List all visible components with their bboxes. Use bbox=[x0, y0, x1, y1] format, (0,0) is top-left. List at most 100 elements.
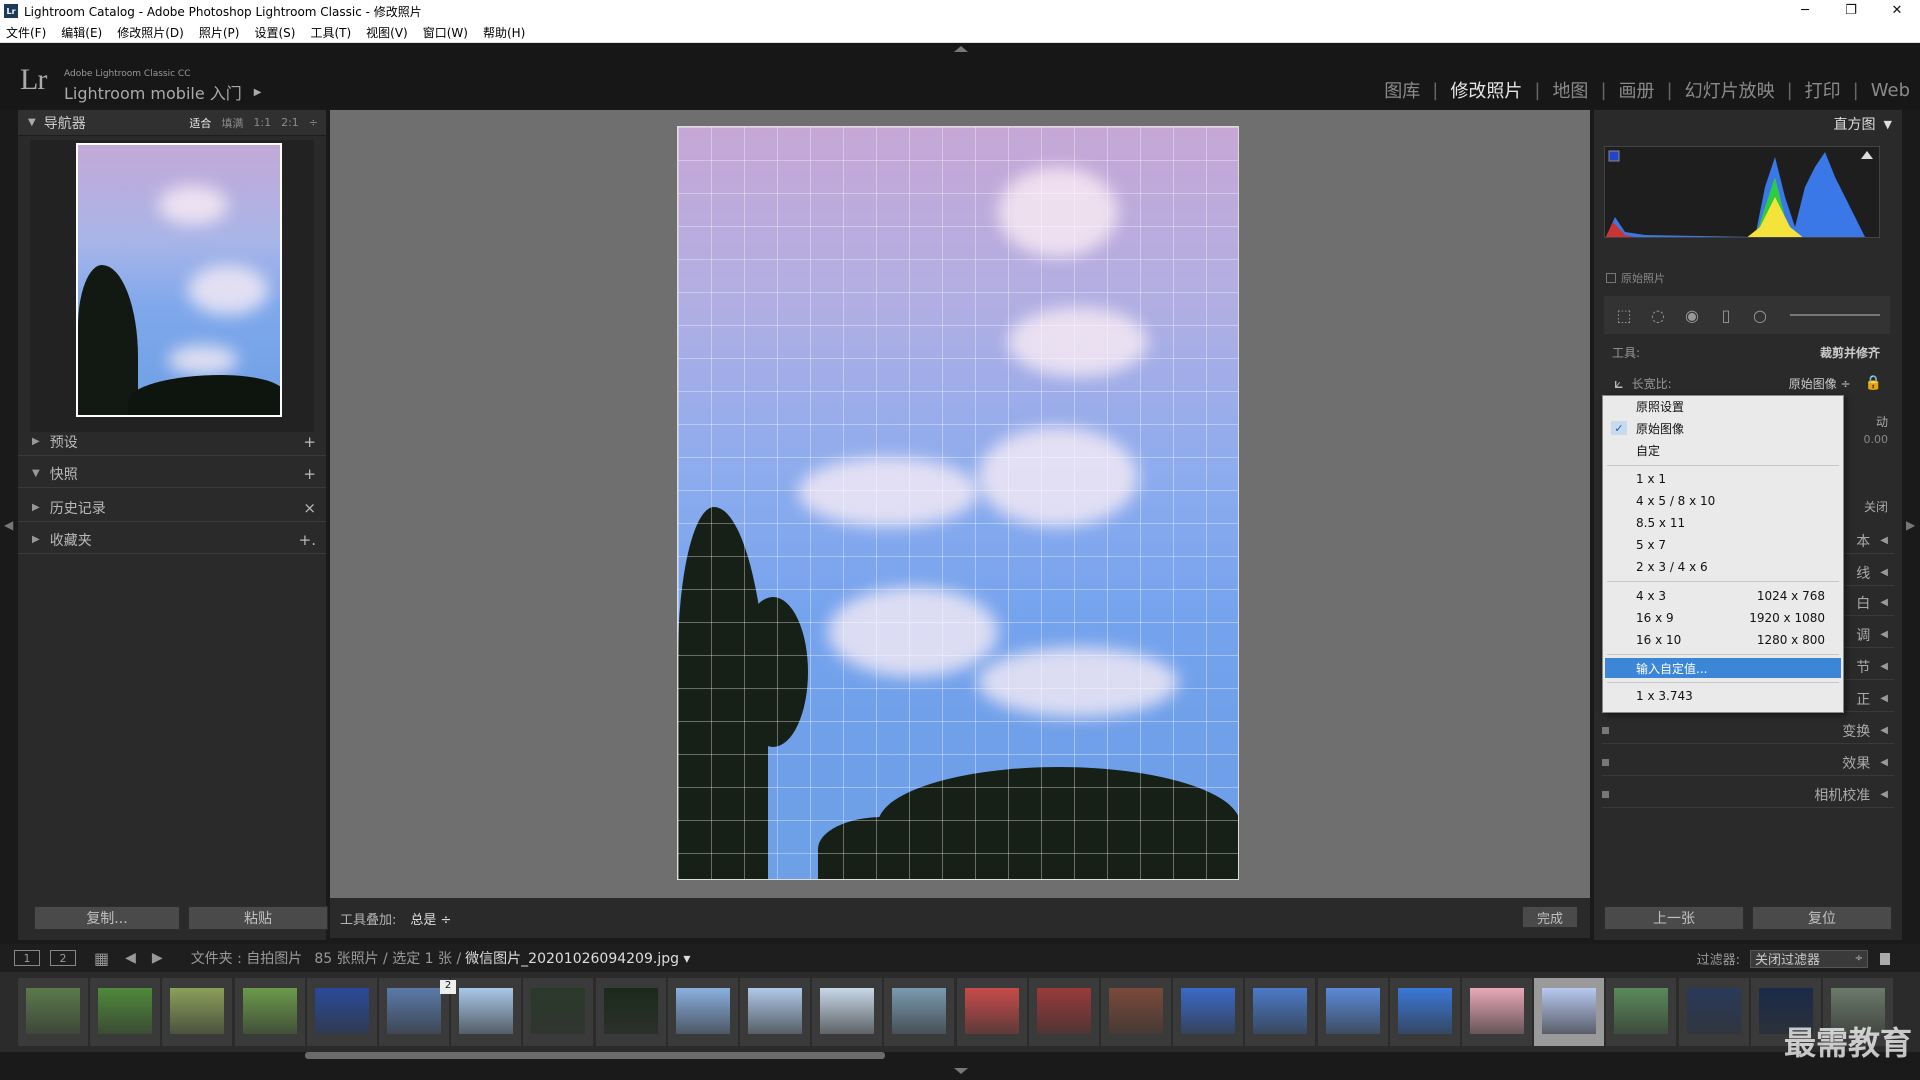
right-panel-toggle-icon[interactable]: ▶ bbox=[1906, 518, 1915, 532]
filmstrip-thumbnail[interactable] bbox=[162, 978, 233, 1046]
filmstrip-thumbnail[interactable] bbox=[234, 978, 305, 1046]
filmstrip-thumbnail[interactable] bbox=[1389, 978, 1460, 1046]
spot-removal-icon[interactable]: ◌ bbox=[1648, 305, 1668, 325]
history-section[interactable]: ▶ 历史记录 × bbox=[18, 494, 326, 522]
tool-overlay-select[interactable]: 总是 ÷ bbox=[410, 909, 451, 928]
histogram-header[interactable]: 直方图 ▼ bbox=[1594, 110, 1902, 138]
zoom-fit[interactable]: 适合 bbox=[189, 115, 211, 131]
filmstrip-thumbnail[interactable] bbox=[1101, 978, 1171, 1046]
graduated-filter-icon[interactable]: ▯ bbox=[1716, 305, 1736, 325]
zoom-fill[interactable]: 填满 bbox=[221, 115, 243, 131]
menu-photo[interactable]: 照片(P) bbox=[199, 24, 240, 41]
filmstrip-thumbnail[interactable] bbox=[1678, 978, 1749, 1046]
aspect-option-16x10[interactable]: 16 x 10 1280 x 800 bbox=[1603, 630, 1843, 650]
module-slideshow[interactable]: 幻灯片放映 bbox=[1685, 77, 1775, 103]
lock-icon[interactable]: 🔒 bbox=[1865, 375, 1882, 391]
presets-section[interactable]: ▶ 预设 + bbox=[18, 428, 326, 456]
red-eye-icon[interactable]: ◉ bbox=[1682, 305, 1702, 325]
paste-settings-button[interactable]: 粘贴 bbox=[188, 906, 328, 930]
aspect-option-4x3[interactable]: 4 x 3 1024 x 768 bbox=[1603, 586, 1843, 606]
aspect-option-1x1[interactable]: 1 x 1 bbox=[1603, 469, 1843, 489]
snapshots-section[interactable]: ▼ 快照 + bbox=[18, 460, 326, 488]
effects-section[interactable]: 效果 ◀ bbox=[1602, 750, 1894, 776]
forward-arrow-icon[interactable]: ▶ bbox=[152, 950, 163, 966]
menu-develop[interactable]: 修改照片(D) bbox=[117, 24, 184, 41]
module-library[interactable]: 图库 bbox=[1384, 77, 1420, 103]
filmstrip-thumbnail[interactable] bbox=[1534, 978, 1605, 1046]
aspect-option-16x9[interactable]: 16 x 9 1920 x 1080 bbox=[1603, 608, 1843, 628]
filmstrip-scrollbar[interactable] bbox=[305, 1052, 885, 1059]
switch-icon[interactable] bbox=[1602, 727, 1609, 734]
minimize-button[interactable]: ─ bbox=[1782, 0, 1828, 22]
aspect-option-5x7[interactable]: 5 x 7 bbox=[1603, 535, 1843, 555]
current-file-name[interactable]: 微信图片_20201026094209.jpg ▾ bbox=[465, 948, 690, 968]
filmstrip-thumbnail[interactable] bbox=[451, 978, 522, 1046]
module-map[interactable]: 地图 bbox=[1552, 77, 1588, 103]
aspect-select[interactable]: 原始图像 ÷ bbox=[1789, 375, 1851, 392]
aspect-option-custom[interactable]: 自定 bbox=[1603, 440, 1843, 460]
filmstrip-thumbnail[interactable] bbox=[1606, 978, 1677, 1046]
folder-path[interactable]: 文件夹 : 自拍图片 bbox=[191, 948, 303, 968]
secondary-window-button[interactable]: 2 bbox=[50, 950, 76, 966]
close-button[interactable]: ✕ bbox=[1874, 0, 1920, 22]
radial-filter-icon[interactable]: ○ bbox=[1750, 305, 1770, 325]
module-develop[interactable]: 修改照片 bbox=[1450, 77, 1522, 103]
aspect-option-as-shot[interactable]: 原照设置 bbox=[1603, 396, 1843, 416]
zoom-stepper-icon[interactable]: ÷ bbox=[309, 116, 318, 129]
module-print[interactable]: 打印 bbox=[1805, 77, 1841, 103]
menu-view[interactable]: 视图(V) bbox=[366, 24, 408, 41]
clear-history-icon[interactable]: × bbox=[303, 499, 316, 517]
transform-section[interactable]: 变换 ◀ bbox=[1602, 718, 1894, 744]
left-panel-toggle-icon[interactable]: ◀ bbox=[4, 518, 13, 532]
previous-button[interactable]: 上一张 bbox=[1604, 906, 1744, 930]
show-original-checkbox[interactable]: 原始照片 bbox=[1606, 270, 1665, 286]
aspect-option-4x5[interactable]: 4 x 5 / 8 x 10 bbox=[1603, 491, 1843, 511]
crop-overlay-icon[interactable]: ⬚ bbox=[1614, 305, 1634, 325]
filter-select[interactable]: 关闭过滤器 ÷ bbox=[1750, 949, 1868, 968]
switch-icon[interactable] bbox=[1602, 791, 1609, 798]
menu-file[interactable]: 文件(F) bbox=[6, 24, 46, 41]
back-arrow-icon[interactable]: ◀ bbox=[125, 950, 136, 966]
add-preset-icon[interactable]: + bbox=[303, 433, 316, 451]
filmstrip-thumbnail[interactable] bbox=[1317, 978, 1388, 1046]
aspect-option-recent[interactable]: 1 x 3.743 bbox=[1603, 686, 1843, 706]
bottom-panel-toggle-icon[interactable] bbox=[954, 1068, 968, 1074]
top-panel-toggle-icon[interactable] bbox=[954, 46, 968, 52]
filmstrip-thumbnail[interactable] bbox=[1028, 978, 1099, 1046]
filmstrip-thumbnail[interactable] bbox=[595, 978, 666, 1046]
switch-icon[interactable] bbox=[1602, 759, 1609, 766]
partial-close-label[interactable]: 关闭 bbox=[1864, 498, 1888, 515]
filmstrip-thumbnail[interactable] bbox=[812, 978, 883, 1046]
filmstrip-thumbnail[interactable] bbox=[667, 978, 738, 1046]
brush-slider[interactable] bbox=[1790, 314, 1880, 316]
zoom-1-1[interactable]: 1:1 bbox=[253, 116, 271, 129]
filmstrip-thumbnail[interactable] bbox=[90, 978, 161, 1046]
filter-lock-icon[interactable] bbox=[1880, 952, 1890, 965]
menu-help[interactable]: 帮助(H) bbox=[483, 24, 525, 41]
filmstrip-thumbnail[interactable] bbox=[740, 978, 810, 1046]
reset-button[interactable]: 复位 bbox=[1752, 906, 1892, 930]
copy-settings-button[interactable]: 复制... bbox=[34, 906, 180, 930]
aspect-option-enter-custom[interactable]: 输入自定值... bbox=[1605, 658, 1841, 678]
zoom-2-1[interactable]: 2:1 bbox=[281, 116, 299, 129]
navigator-header[interactable]: ▼ 导航器 适合 填满 1:1 2:1 ÷ bbox=[18, 110, 326, 136]
filmstrip-thumbnail[interactable] bbox=[884, 978, 955, 1046]
filmstrip-thumbnail[interactable] bbox=[523, 978, 594, 1046]
add-collection-icon[interactable]: +. bbox=[299, 531, 316, 549]
primary-window-button[interactable]: 1 bbox=[14, 950, 40, 966]
navigator-thumbnail[interactable] bbox=[76, 143, 282, 417]
aspect-option-8-5x11[interactable]: 8.5 x 11 bbox=[1603, 513, 1843, 533]
filmstrip-thumbnail[interactable] bbox=[379, 978, 449, 1046]
menu-settings[interactable]: 设置(S) bbox=[254, 24, 295, 41]
collections-section[interactable]: ▶ 收藏夹 +. bbox=[18, 526, 326, 554]
grid-view-icon[interactable]: ▦ bbox=[94, 949, 109, 968]
crop-photo[interactable] bbox=[677, 126, 1239, 880]
menu-tools[interactable]: 工具(T) bbox=[310, 24, 351, 41]
filmstrip-thumbnail[interactable] bbox=[1245, 978, 1316, 1046]
crop-angle-icon[interactable]: ⟀ bbox=[1614, 373, 1624, 393]
module-book[interactable]: 画册 bbox=[1619, 77, 1655, 103]
menu-edit[interactable]: 编辑(E) bbox=[61, 24, 102, 41]
add-snapshot-icon[interactable]: + bbox=[303, 465, 316, 483]
aspect-option-original[interactable]: ✓ 原始图像 bbox=[1603, 418, 1843, 438]
brand-mobile-link[interactable]: Lightroom mobile 入门 ▶ bbox=[64, 80, 261, 104]
